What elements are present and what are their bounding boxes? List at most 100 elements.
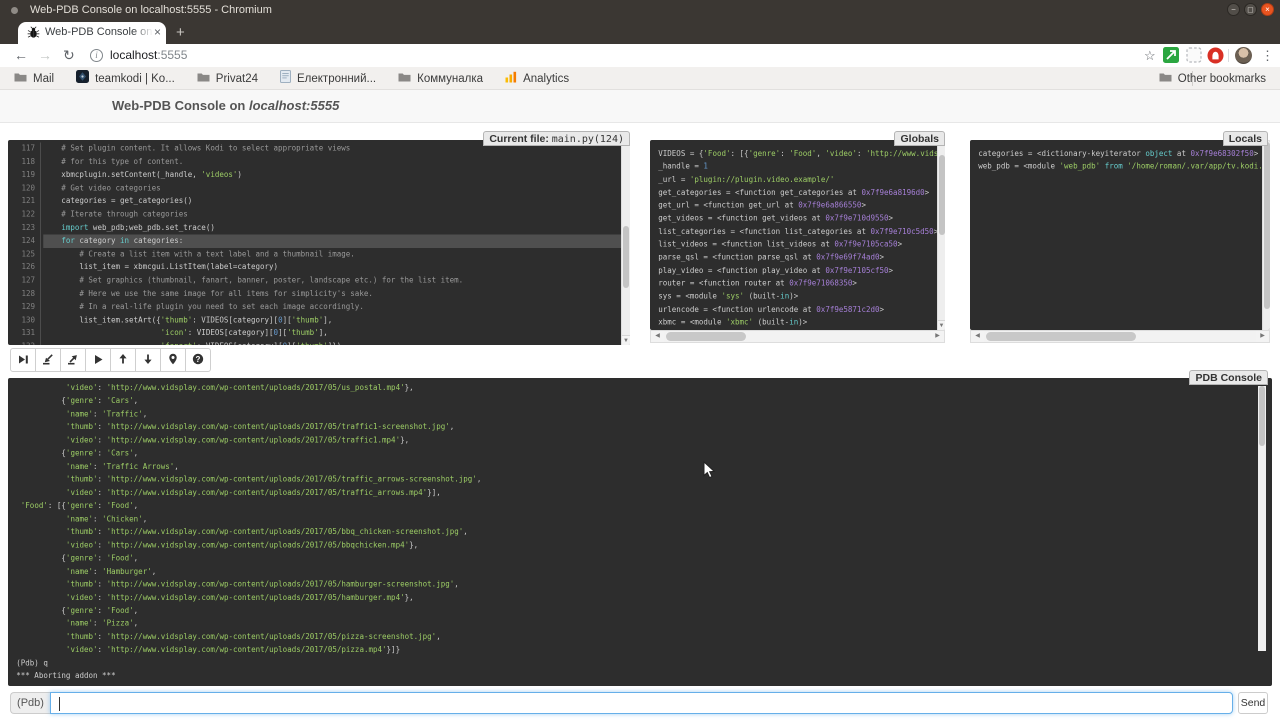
profile-avatar[interactable] [1235, 47, 1252, 64]
globals-line: list_categories = <function list_categor… [658, 225, 945, 238]
globals-line: list_videos = <function list_videos at 0… [658, 238, 945, 251]
locals-horizontal-scrollbar[interactable]: ◀ ▶ [970, 330, 1270, 343]
toolbar-separator [1228, 49, 1229, 62]
scroll-down-arrow-icon[interactable]: ▼ [938, 320, 945, 330]
console-line: 'video': 'http://www.vidsplay.com/wp-con… [16, 644, 1272, 657]
code-line: import web_pdb;web_pdb.set_trace() [43, 221, 630, 234]
next-button[interactable] [10, 348, 36, 372]
console-line: 'name': 'Hamburger', [16, 565, 1272, 578]
locals-line: categories = <dictionary-keyiterator obj… [978, 148, 1270, 161]
globals-line: get_url = <function get_url at 0x7f9e6a8… [658, 199, 945, 212]
return-button[interactable] [60, 348, 86, 372]
line-number: 130 [8, 314, 35, 327]
navigation-bar: ← → ↻ i localhost:5555 ☆ ⋮ [0, 44, 1280, 67]
red-circle-extension-icon[interactable] [1207, 47, 1224, 69]
url-text: localhost:5555 [110, 44, 187, 67]
locals-vertical-scrollbar[interactable] [1262, 140, 1270, 330]
bookmark-item[interactable]: Електронний... [280, 70, 376, 88]
pdb-command-input-field[interactable] [57, 694, 1217, 712]
window-controls: − ◻ × [1227, 3, 1274, 16]
bug-favicon-icon [27, 26, 41, 40]
back-icon[interactable]: ← [14, 44, 28, 67]
line-number: 132 [8, 340, 35, 345]
down-button[interactable] [135, 348, 161, 372]
source-code-panel: 1171181191201211221231241251261271281291… [8, 140, 630, 345]
window-titlebar: Web-PDB Console on localhost:5555 - Chro… [0, 0, 1280, 20]
console-line: {'genre': 'Cars', [16, 447, 1272, 460]
code-line: # In a real-life plugin you need to set … [43, 301, 630, 314]
scroll-left-arrow-icon[interactable]: ◀ [651, 331, 664, 342]
console-line: 'video': 'http://www.vidsplay.com/wp-con… [16, 382, 1272, 395]
locals-tag: Locals [1223, 131, 1268, 146]
globals-line: play_video = <function play_video at 0x7… [658, 264, 945, 277]
step-button[interactable] [35, 348, 61, 372]
pdb-command-input[interactable] [50, 692, 1233, 714]
bookmark-star-icon[interactable]: ☆ [1144, 44, 1156, 67]
line-number: 119 [8, 169, 35, 182]
browser-tab[interactable]: Web-PDB Console on loca × [18, 22, 166, 44]
globals-line: urlencode = <function urlencode at 0x7f9… [658, 303, 945, 316]
continue-button[interactable] [85, 348, 111, 372]
maximize-button[interactable]: ◻ [1244, 3, 1257, 16]
send-button[interactable]: Send [1238, 692, 1268, 714]
globals-horizontal-scrollbar[interactable]: ◀ ▶ [650, 330, 945, 343]
close-button[interactable]: × [1261, 3, 1274, 16]
console-line: 'video': 'http://www.vidsplay.com/wp-con… [16, 539, 1272, 552]
tab-close-icon[interactable]: × [154, 25, 161, 40]
bookmark-item[interactable]: Mail [14, 70, 54, 88]
minimize-button[interactable]: − [1227, 3, 1240, 16]
line-number: 129 [8, 301, 35, 314]
globals-line: router = <function router at 0x7f9e71068… [658, 277, 945, 290]
console-line: 'video': 'http://www.vidsplay.com/wp-con… [16, 434, 1272, 447]
map-marker-icon [167, 353, 179, 368]
page-info-icon[interactable]: i [90, 49, 103, 62]
forward-icon[interactable]: → [38, 44, 52, 67]
scroll-left-arrow-icon[interactable]: ◀ [971, 331, 984, 342]
bookmarks-list: Mail teamkodi | Ko... Privat24 Електронний.… [14, 67, 569, 90]
line-number: 122 [8, 208, 35, 221]
console-line: {'genre': 'Food', [16, 604, 1272, 617]
browser-menu-icon[interactable]: ⋮ [1261, 44, 1274, 67]
arrow-down-icon [142, 353, 154, 368]
code-vertical-scrollbar[interactable]: ▼ [621, 140, 630, 345]
scroll-down-arrow-icon[interactable]: ▼ [622, 335, 630, 345]
new-tab-button[interactable]: + [176, 22, 185, 44]
console-line: 'video': 'http://www.vidsplay.com/wp-con… [16, 591, 1272, 604]
code-line: # Get video categories [43, 182, 630, 195]
disabled-extension-icon[interactable] [1186, 47, 1202, 68]
folder-icon [197, 70, 210, 88]
step-into-icon [42, 353, 54, 368]
bookmark-item[interactable]: Analytics [505, 70, 569, 88]
line-number: 131 [8, 327, 35, 340]
console-line: *** Aborting addon *** [16, 670, 1272, 683]
line-number: 125 [8, 248, 35, 261]
help-button[interactable]: ? [185, 348, 211, 372]
line-number: 124 [8, 235, 35, 248]
globals-vertical-scrollbar[interactable]: ▼ [937, 140, 945, 330]
console-output: 'video': 'http://www.vidsplay.com/wp-con… [8, 378, 1272, 683]
globals-panel: VIDEOS = {'Food': [{'genre': 'Food', 'vi… [650, 140, 945, 330]
line-number: 121 [8, 195, 35, 208]
globals-line: sys = <module 'sys' (built-in)> [658, 290, 945, 303]
other-bookmarks-button[interactable]: Other bookmarks [1159, 67, 1266, 90]
where-button[interactable] [160, 348, 186, 372]
tab-bar: Web-PDB Console on loca × + [0, 20, 1280, 44]
bookmark-item[interactable]: teamkodi | Ko... [76, 70, 175, 88]
code-line: # Create a list item with a text label a… [43, 248, 630, 261]
globals-line: xbmc = <module 'xbmc' (built-in)> [658, 316, 945, 329]
scroll-right-arrow-icon[interactable]: ▶ [931, 331, 944, 342]
analytics-icon [505, 70, 517, 88]
code-line: # Iterate through categories [43, 208, 630, 221]
green-arrow-extension-icon[interactable] [1163, 47, 1179, 68]
window-icon [11, 7, 18, 14]
code-line: 'fanart': VIDEOS[category][0]['thumb']}) [43, 340, 630, 345]
console-vertical-scrollbar[interactable] [1258, 386, 1266, 651]
bookmark-item[interactable]: Коммуналка [398, 70, 483, 88]
line-number: 123 [8, 221, 35, 234]
up-button[interactable] [110, 348, 136, 372]
pdb-console-tag: PDB Console [1189, 370, 1268, 385]
svg-text:?: ? [196, 354, 201, 363]
scroll-right-arrow-icon[interactable]: ▶ [1256, 331, 1269, 342]
reload-icon[interactable]: ↻ [63, 44, 75, 67]
bookmark-item[interactable]: Privat24 [197, 70, 258, 88]
